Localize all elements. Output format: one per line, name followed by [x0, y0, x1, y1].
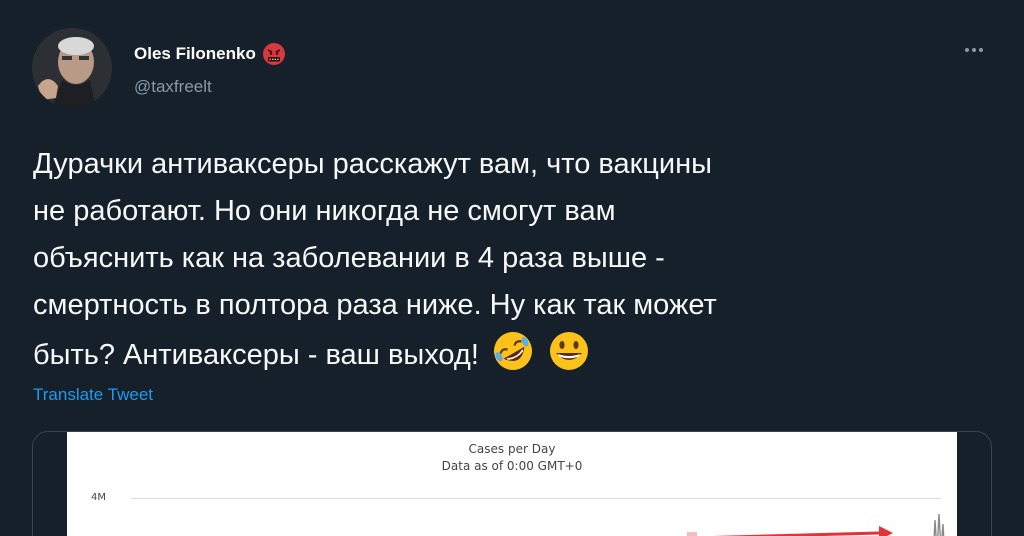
- tweet-line: смертность в полтора раза ниже. Ну как т…: [33, 289, 717, 321]
- avatar-photo: [32, 28, 112, 108]
- more-dot-icon: [965, 48, 969, 52]
- arrow-start-marker: [687, 532, 697, 536]
- tweet-line: объяснить как на заболевании в 4 раза вы…: [33, 242, 665, 274]
- translate-tweet-link[interactable]: Translate Tweet: [33, 385, 153, 405]
- more-dot-icon: [979, 48, 983, 52]
- more-dot-icon: [972, 48, 976, 52]
- rolling-on-floor-laughing-icon: [493, 332, 532, 370]
- more-options-button[interactable]: [960, 40, 988, 60]
- tweet-line: не работают. Но они никогда не смогут ва…: [33, 195, 616, 227]
- media-card[interactable]: Cases per Day Data as of 0:00 GMT+0 4M: [32, 431, 992, 536]
- tweet-line: быть? Антиваксеры - ваш выход!: [33, 339, 479, 371]
- author-name-text[interactable]: Oles Filonenko: [134, 44, 256, 64]
- tweet: Oles Filonenko @taxfreelt Дурачки антива…: [0, 0, 1024, 536]
- tweet-line: Дурачки антиваксеры расскажут вам, что в…: [33, 148, 712, 180]
- tweet-text: Дурачки антиваксеры расскажут вам, что в…: [33, 141, 963, 379]
- angry-face-with-symbols-icon: [262, 43, 285, 65]
- tweet-line-last: быть? Антиваксеры - ваш выход!: [33, 329, 963, 379]
- chart-overlay: [687, 513, 945, 536]
- grinning-face-icon: [550, 332, 589, 370]
- author-handle[interactable]: @taxfreelt: [134, 77, 212, 97]
- author-name[interactable]: Oles Filonenko: [134, 42, 286, 66]
- cases-series-spikes: [933, 513, 945, 536]
- red-arrow-head: [879, 526, 893, 536]
- chart-image: Cases per Day Data as of 0:00 GMT+0 4M: [67, 432, 957, 536]
- avatar[interactable]: [32, 28, 112, 108]
